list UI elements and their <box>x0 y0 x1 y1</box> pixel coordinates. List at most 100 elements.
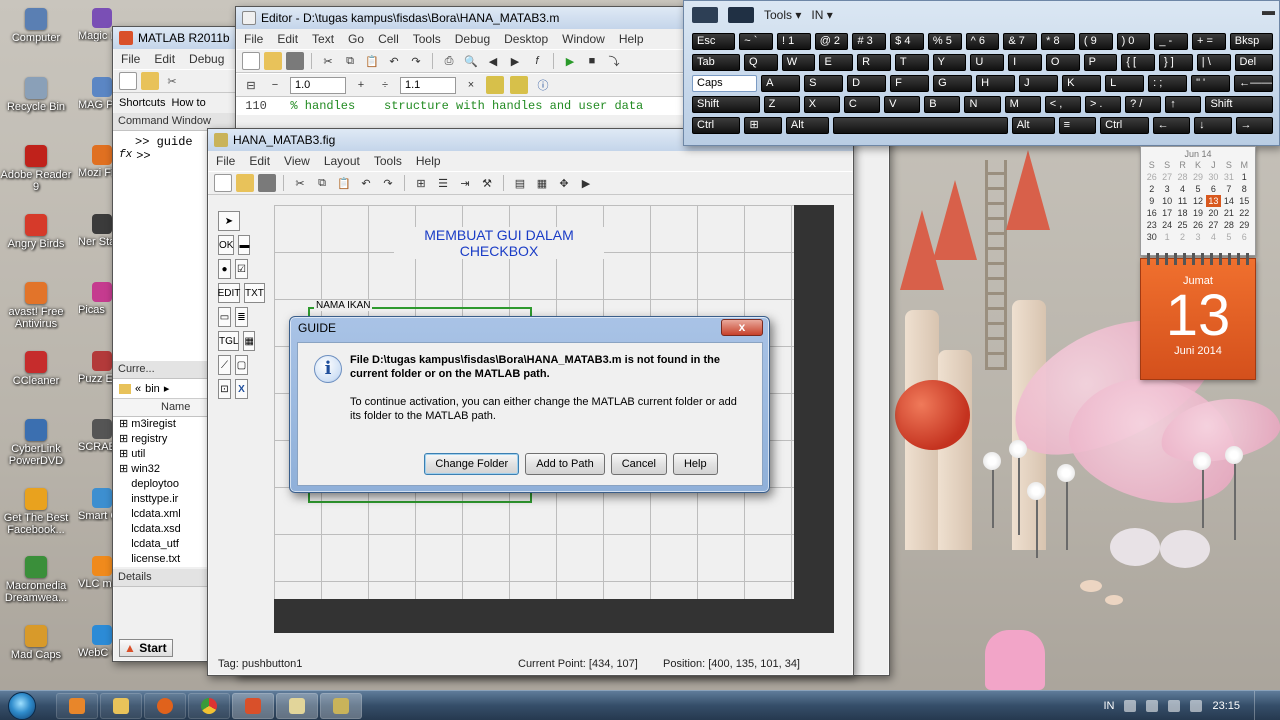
cancel-button[interactable]: Cancel <box>610 453 667 475</box>
calendar-day[interactable]: 20 <box>1206 207 1221 219</box>
osk-key[interactable]: } ] <box>1159 54 1193 71</box>
flag-icon[interactable] <box>1190 700 1203 712</box>
save-icon[interactable] <box>286 52 304 70</box>
osk-key[interactable]: @ 2 <box>814 33 849 50</box>
calendar-day[interactable]: 15 <box>1237 195 1252 207</box>
run-figure-icon[interactable]: ▶ <box>577 174 595 192</box>
menu-text[interactable]: Text <box>312 32 334 46</box>
horizontal-scrollbar[interactable] <box>274 635 834 647</box>
osk-key[interactable]: ^ 6 <box>965 33 1000 50</box>
osk-key[interactable]: A <box>761 75 801 92</box>
osk-key[interactable]: T <box>894 54 929 71</box>
osk-key[interactable]: Ctrl <box>1100 117 1149 134</box>
axes-tool-icon[interactable]: ⟋ <box>218 355 231 375</box>
osk-key[interactable] <box>832 117 1008 134</box>
checkbox-tool-icon[interactable]: ☑ <box>235 259 248 279</box>
open-folder-icon[interactable] <box>141 72 159 90</box>
calendar-day[interactable]: 6 <box>1206 183 1221 195</box>
open-folder-icon[interactable] <box>264 52 282 70</box>
calendar-day[interactable]: 26 <box>1190 219 1205 231</box>
property-inspector-icon[interactable]: ▦ <box>533 174 551 192</box>
menu-file[interactable]: File <box>121 52 140 66</box>
osk-key[interactable]: | \ <box>1196 54 1231 71</box>
osk-key[interactable]: { [ <box>1121 54 1156 71</box>
calendar-day[interactable]: 28 <box>1175 171 1190 183</box>
function-icon[interactable]: f <box>528 52 546 70</box>
osk-key[interactable]: S <box>804 75 844 92</box>
osk-key[interactable]: + = <box>1192 33 1226 50</box>
menu-help[interactable]: Help <box>619 32 644 46</box>
osk-lang-menu[interactable]: IN ▾ <box>811 8 832 22</box>
vertical-scrollbar[interactable] <box>836 205 848 633</box>
osk-key[interactable]: ! 1 <box>776 33 811 50</box>
calendar-day[interactable]: 1 <box>1237 171 1252 183</box>
forward-icon[interactable]: ▶ <box>506 52 524 70</box>
keyboard-icon[interactable] <box>692 7 718 23</box>
cell-divisor-field[interactable]: 1.1 <box>400 76 456 94</box>
calendar-day[interactable]: 3 <box>1190 231 1205 243</box>
osk-key[interactable]: % 5 <box>927 33 962 50</box>
expand-icon[interactable]: ⊞ <box>119 433 131 445</box>
osk-key[interactable]: : ; <box>1148 75 1188 92</box>
osk-tools-menu[interactable]: Tools ▾ <box>764 8 801 22</box>
osk-key[interactable]: H <box>976 75 1016 92</box>
desktop-icon[interactable]: Mad Caps <box>0 624 72 661</box>
osk-key[interactable]: V <box>884 96 921 113</box>
tab-order-icon[interactable]: ⇥ <box>456 174 474 192</box>
redo-icon[interactable]: ↷ <box>407 52 425 70</box>
cmd-prompt[interactable]: >> <box>136 149 150 163</box>
cut-icon[interactable]: ✂ <box>319 52 337 70</box>
calendar-day[interactable]: 4 <box>1175 183 1190 195</box>
desktop-icon[interactable]: Computer <box>0 8 72 44</box>
osk-key[interactable]: → <box>1235 117 1273 134</box>
osk-key[interactable]: ≡ <box>1058 117 1097 134</box>
mfile-editor-icon[interactable]: ▤ <box>511 174 529 192</box>
radiobutton-tool-icon[interactable]: ● <box>218 259 231 279</box>
calendar-day[interactable]: 4 <box>1206 231 1221 243</box>
taskbar-chrome[interactable] <box>188 693 230 719</box>
calendar-day[interactable]: 26 <box>1144 171 1159 183</box>
calendar-day[interactable]: 29 <box>1190 171 1205 183</box>
desktop-icon[interactable]: Angry Birds <box>0 213 72 250</box>
save-icon[interactable] <box>258 174 276 192</box>
calendar-day[interactable]: 18 <box>1175 207 1190 219</box>
calendar-day[interactable]: 11 <box>1175 195 1190 207</box>
taskbar-guide[interactable] <box>320 693 362 719</box>
run-icon[interactable]: ▶ <box>561 52 579 70</box>
menu-tools[interactable]: Tools <box>413 32 441 46</box>
osk-key[interactable]: ) 0 <box>1116 33 1151 50</box>
undo-icon[interactable]: ↶ <box>385 52 403 70</box>
menu-edit[interactable]: Edit <box>249 154 270 168</box>
cut-icon[interactable]: ✂ <box>291 174 309 192</box>
calendar-day[interactable]: 27 <box>1159 171 1174 183</box>
print-icon[interactable]: ⎙ <box>440 52 458 70</box>
find-icon[interactable]: 🔍 <box>462 52 480 70</box>
show-desktop-button[interactable] <box>1254 691 1268 720</box>
debug-step-icon[interactable]: ⤵ <box>605 52 623 70</box>
desktop-icon[interactable]: CCleaner <box>0 350 72 387</box>
desktop-icon[interactable]: Get The Best Facebook... <box>0 487 72 536</box>
menu-file[interactable]: File <box>216 154 235 168</box>
osk-key[interactable]: R <box>857 54 891 71</box>
calendar-day[interactable]: 3 <box>1159 183 1174 195</box>
volume-icon[interactable] <box>1168 700 1181 712</box>
calendar-gadget[interactable]: Jun 14 S S R K J S M 26 27 28 29 30 31 1 2 3 4 5 6 7 8 9 10 11 1… <box>1140 146 1256 256</box>
shortcuts-label[interactable]: Shortcuts <box>119 97 165 109</box>
new-file-icon[interactable] <box>242 52 260 70</box>
osk-key[interactable]: M <box>1004 96 1041 113</box>
desktop-icon[interactable]: Recycle Bin <box>0 76 72 113</box>
menu-editor-icon[interactable]: ☰ <box>434 174 452 192</box>
osk-key[interactable]: O <box>1045 54 1080 71</box>
show-hidden-icons-icon[interactable] <box>1124 700 1137 712</box>
desktop-icon[interactable]: Macromedia Dreamwea... <box>0 556 72 604</box>
expand-icon[interactable]: ⊞ <box>119 448 131 460</box>
activex-tool-icon[interactable]: X <box>235 379 248 399</box>
calendar-day[interactable]: 30 <box>1144 231 1159 243</box>
menu-edit[interactable]: Edit <box>154 52 175 66</box>
calendar-day[interactable]: 25 <box>1175 219 1190 231</box>
calendar-day[interactable]: 1 <box>1159 231 1174 243</box>
howto-link[interactable]: How to <box>171 97 205 109</box>
calendar-day[interactable]: 2 <box>1175 231 1190 243</box>
osk-key[interactable]: Bksp <box>1229 33 1274 50</box>
taskbar-explorer[interactable] <box>100 693 142 719</box>
